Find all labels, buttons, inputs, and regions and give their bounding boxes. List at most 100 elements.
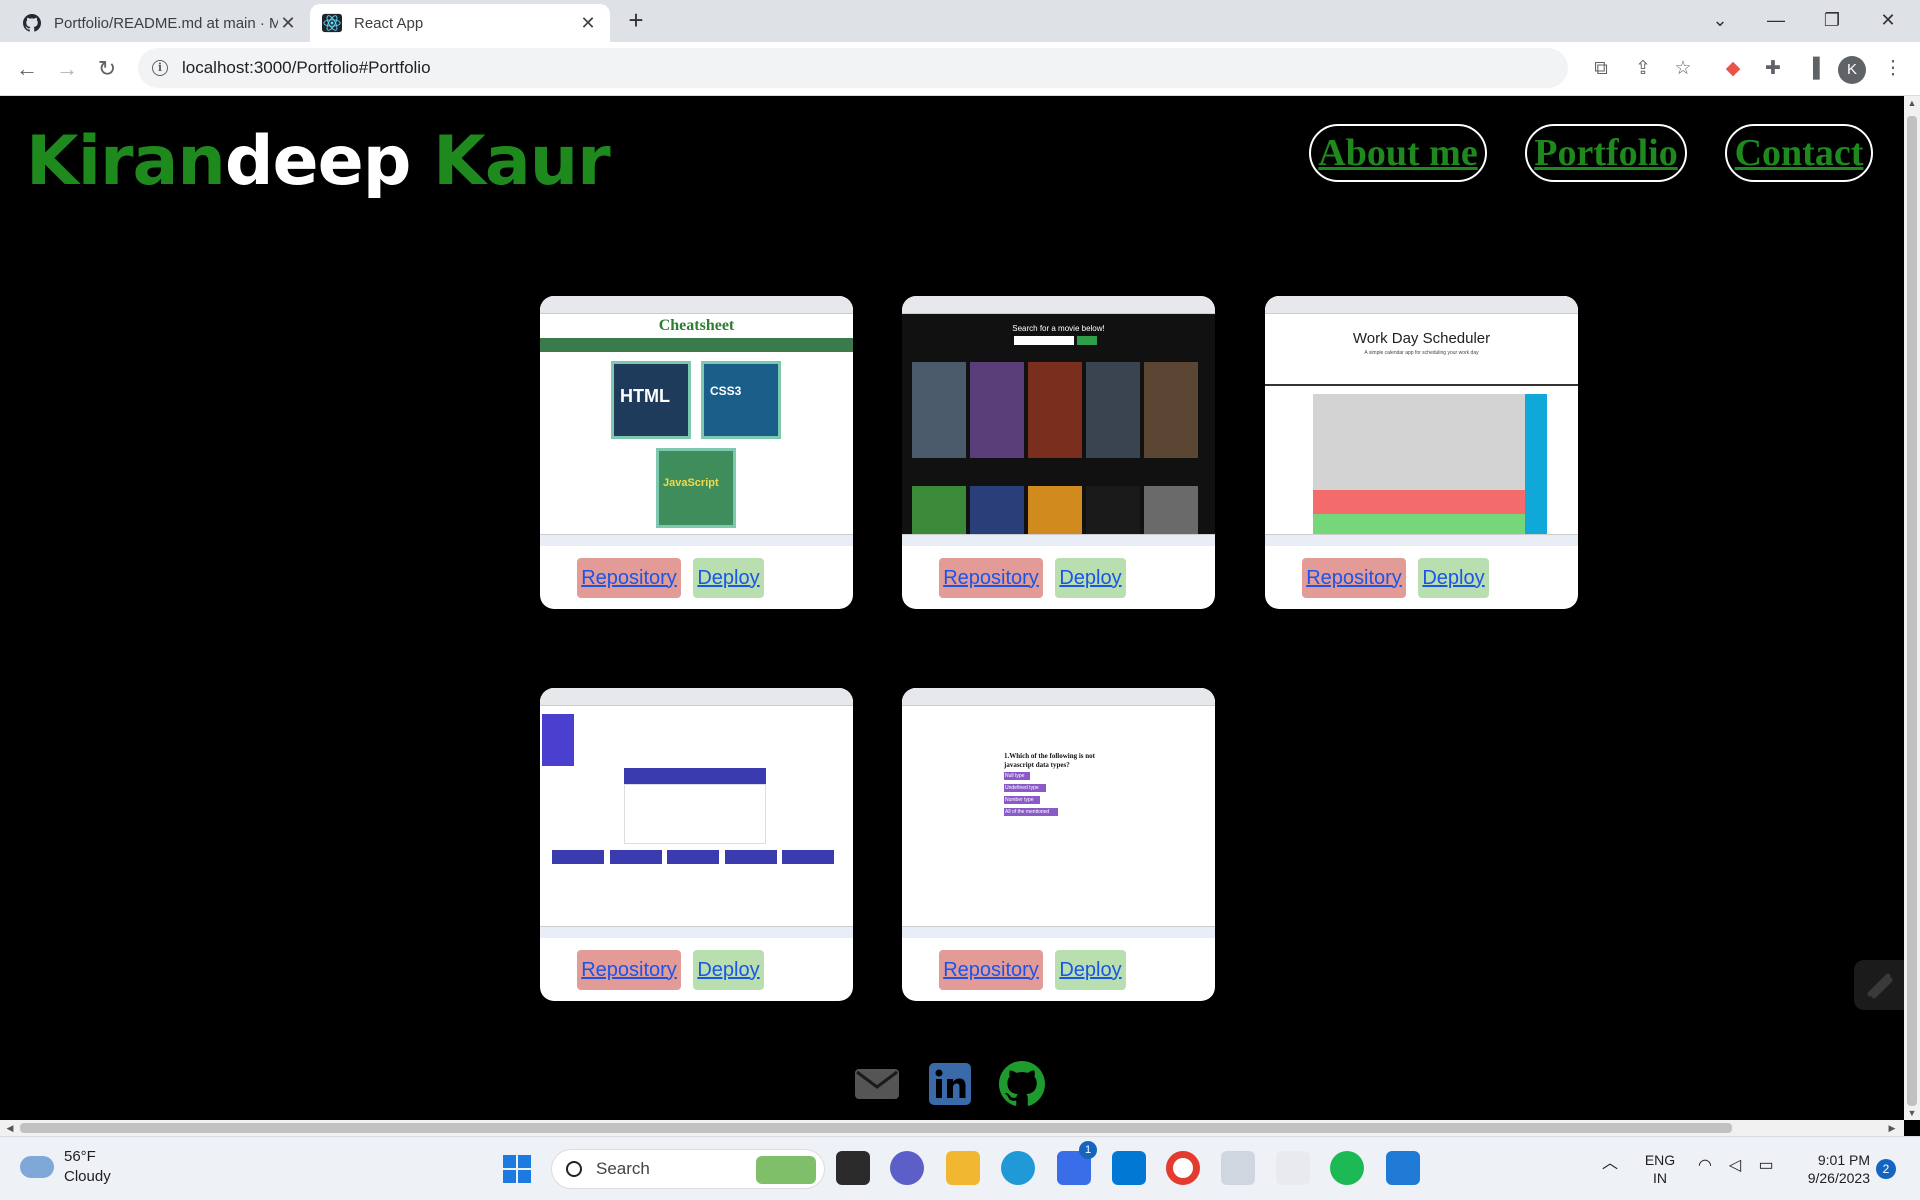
deploy-button[interactable]: Deploy [1055, 558, 1126, 598]
reload-icon[interactable]: ↻ [92, 54, 122, 84]
chrome-icon[interactable] [1166, 1151, 1200, 1185]
preview-title: Search for a movie below! [1012, 324, 1105, 333]
address-bar[interactable]: i localhost:3000/Portfolio#Portfolio [138, 48, 1568, 88]
microsoft-store-icon[interactable]: 1 [1057, 1141, 1097, 1185]
cloud-icon [20, 1156, 54, 1178]
tab-react-app[interactable]: React App ✕ [310, 4, 610, 42]
windows-start-icon[interactable] [503, 1155, 531, 1183]
extensions-puzzle-icon[interactable]: ✚ [1758, 54, 1788, 84]
weather-temp: 56°F [64, 1148, 96, 1165]
page-viewport: Kirandeep Kaur About me Portfolio Contac… [0, 96, 1904, 1120]
brand-part-middle: deep [224, 122, 412, 201]
forward-arrow-icon[interactable]: → [52, 54, 82, 84]
floating-widget-icon[interactable] [1854, 960, 1904, 1010]
close-icon[interactable]: ✕ [578, 13, 598, 34]
tab-title: React App [354, 14, 424, 32]
browser-tab-strip: Portfolio/README.md at main · M ✕ React … [0, 0, 1920, 42]
tab-search-chevron-icon[interactable]: ⌄ [1694, 4, 1746, 36]
side-panel-icon[interactable]: ▐ [1798, 54, 1828, 84]
vertical-scrollbar[interactable]: ▲ ▼ [1904, 96, 1920, 1120]
preview-card-html: HTML [611, 361, 691, 439]
preview-card-css: CSS3 [701, 361, 781, 439]
project-preview-javascript-quiz[interactable]: 1.Which of the following is not javascri… [902, 688, 1215, 938]
open-in-app-icon[interactable]: ⧉ [1586, 54, 1616, 84]
bookmark-star-icon[interactable]: ☆ [1668, 54, 1698, 84]
spotify-icon[interactable] [1330, 1151, 1364, 1185]
scroll-up-arrow-icon[interactable]: ▲ [1904, 98, 1920, 108]
project-preview-work-day-scheduler[interactable]: Work Day Scheduler A simple calendar app… [1265, 296, 1578, 546]
close-window-button[interactable]: ✕ [1862, 4, 1914, 36]
task-view-icon[interactable] [836, 1151, 870, 1185]
project-card: Work Day Scheduler A simple calendar app… [1265, 296, 1578, 609]
repository-button[interactable]: Repository [577, 558, 681, 598]
project-preview-weather-dashboard[interactable] [540, 688, 853, 938]
search-placeholder: Search [596, 1159, 650, 1178]
deploy-button[interactable]: Deploy [693, 950, 764, 990]
clock[interactable]: 9:01 PM 9/26/2023 [1790, 1151, 1870, 1187]
nav-portfolio[interactable]: Portfolio [1525, 124, 1687, 182]
horizontal-scrollbar[interactable]: ◀ ▶ [0, 1120, 1904, 1136]
repository-button[interactable]: Repository [1302, 558, 1406, 598]
app-icon-blue[interactable] [1112, 1151, 1146, 1185]
repository-button[interactable]: Repository [939, 558, 1043, 598]
project-card: Search for a movie below! Repository Dep… [902, 296, 1215, 609]
scroll-down-arrow-icon[interactable]: ▼ [1904, 1108, 1920, 1118]
repository-button[interactable]: Repository [939, 950, 1043, 990]
search-highlight-image [756, 1156, 816, 1184]
project-preview-cheatsheet[interactable]: Cheatsheet HTML CSS3 JavaScript [540, 296, 853, 546]
browser-toolbar: ← → ↻ i localhost:3000/Portfolio#Portfol… [0, 42, 1920, 96]
notification-badge[interactable]: 2 [1876, 1159, 1896, 1179]
tab-title: Portfolio/README.md at main · M [54, 14, 278, 32]
share-icon[interactable]: ⇪ [1628, 54, 1658, 84]
project-card: Repository Deploy [540, 688, 853, 1001]
vscode-icon[interactable] [1386, 1151, 1420, 1185]
scroll-right-arrow-icon[interactable]: ▶ [1884, 1120, 1900, 1136]
preview-card-js: JavaScript [656, 448, 736, 528]
linkedin-icon[interactable] [927, 1061, 973, 1107]
store-badge: 1 [1079, 1141, 1097, 1159]
nav-contact[interactable]: Contact [1725, 124, 1873, 182]
app-icon-pale[interactable] [1276, 1151, 1310, 1185]
project-card: Cheatsheet HTML CSS3 JavaScript Reposito… [540, 296, 853, 609]
clock-time: 9:01 PM [1817, 1152, 1870, 1168]
project-card: 1.Which of the following is not javascri… [902, 688, 1215, 1001]
github-icon[interactable] [999, 1061, 1045, 1107]
edge-browser-icon[interactable] [1001, 1151, 1035, 1185]
repository-button[interactable]: Repository [577, 950, 681, 990]
url-text: localhost:3000/Portfolio#Portfolio [182, 58, 431, 77]
restore-button[interactable]: ❐ [1806, 4, 1858, 36]
weather-widget[interactable]: 56°F Cloudy [20, 1147, 111, 1187]
show-hidden-icons-chevron-icon[interactable]: ︿ [1600, 1155, 1620, 1173]
deploy-button[interactable]: Deploy [1418, 558, 1489, 598]
site-brand: Kirandeep Kaur [26, 122, 611, 201]
more-menu-icon[interactable]: ⋮ [1878, 54, 1908, 84]
back-arrow-icon[interactable]: ← [12, 54, 42, 84]
preview-title: Work Day Scheduler [1352, 330, 1491, 347]
profile-avatar[interactable]: K [1838, 56, 1866, 84]
battery-icon[interactable]: ▭ [1754, 1157, 1778, 1175]
mail-icon[interactable] [1221, 1151, 1255, 1185]
nav-about-me[interactable]: About me [1309, 124, 1487, 182]
tab-github-readme[interactable]: Portfolio/README.md at main · M ✕ [10, 4, 310, 42]
deploy-button[interactable]: Deploy [1055, 950, 1126, 990]
preview-question: 1.Which of the following is not javascri… [1004, 752, 1096, 769]
react-icon [322, 13, 342, 33]
email-icon[interactable] [854, 1061, 900, 1107]
minimize-button[interactable]: — [1750, 4, 1802, 36]
site-info-icon[interactable]: i [152, 60, 168, 76]
project-preview-movie-search[interactable]: Search for a movie below! [902, 296, 1215, 546]
extension-record-icon[interactable]: ◆ [1718, 54, 1748, 84]
search-icon [566, 1161, 582, 1177]
close-icon[interactable]: ✕ [278, 13, 298, 34]
new-tab-button[interactable]: + [622, 6, 650, 34]
deploy-button[interactable]: Deploy [693, 558, 764, 598]
scroll-left-arrow-icon[interactable]: ◀ [2, 1120, 18, 1136]
language-indicator[interactable]: ENG IN [1642, 1151, 1678, 1187]
preview-subtitle: A simple calendar app for scheduling you… [1364, 350, 1479, 356]
taskbar-search[interactable]: Search [551, 1149, 825, 1189]
wifi-icon[interactable]: ◠ [1694, 1157, 1716, 1175]
teams-chat-icon[interactable] [890, 1151, 924, 1185]
volume-icon[interactable]: ◁ [1724, 1157, 1746, 1175]
file-explorer-icon[interactable] [946, 1151, 980, 1185]
brand-part-first: Kiran [26, 122, 226, 201]
